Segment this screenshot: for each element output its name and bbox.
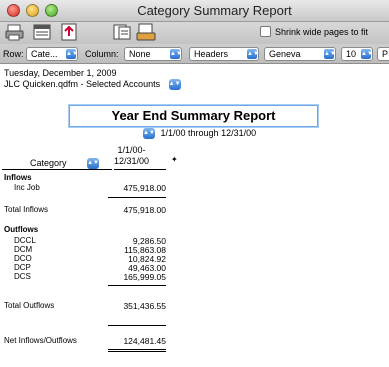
report-date: Tuesday, December 1, 2009 [4, 68, 117, 78]
net-double-rule [108, 349, 166, 352]
outflow-row-label: DCS [14, 272, 31, 281]
extra-select[interactable]: P [377, 47, 389, 61]
total-inflows-value: 475,918.00 [123, 205, 166, 215]
report-accounts: JLC Quicken.qdfm - Selected Accounts ▲▼ [4, 79, 181, 91]
outflows-rule [108, 285, 166, 286]
chevron-updown-icon: ▲▼ [170, 49, 182, 59]
print-icon[interactable] [5, 23, 25, 41]
customize-icon[interactable] [136, 23, 156, 41]
font-size-value: 10 [346, 49, 357, 59]
outflow-row-label: DCO [14, 254, 32, 263]
headers-select-value: Headers [194, 49, 229, 59]
memorize-icon[interactable] [112, 23, 132, 41]
date-range-select-icon[interactable]: ▲▼ [143, 128, 155, 140]
outflow-row-label: DCP [14, 263, 31, 272]
row-select[interactable]: Cate... ▲▼ [26, 47, 78, 61]
date-header-line2: 12/31/00 [114, 156, 150, 166]
sort-select-icon[interactable]: ▲▼ [87, 158, 100, 170]
report-body: Tuesday, December 1, 2009 JLC Quicken.qd… [0, 65, 389, 367]
net-label: Net Inflows/Outflows [4, 336, 77, 345]
shrink-to-fit-checkbox[interactable]: Shrink wide pages to fit [260, 26, 368, 37]
accounts-select-icon[interactable]: ▲▼ [168, 79, 181, 91]
inflow-row-label: Inc Job [14, 183, 40, 192]
headers-select[interactable]: Headers ▲▼ [189, 47, 259, 61]
column-resize-handle-icon[interactable]: ✦ [171, 155, 178, 164]
column-label: Column: [85, 49, 119, 59]
category-header-label: Category [30, 158, 67, 168]
chevron-updown-icon: ▲▼ [361, 49, 373, 59]
inflows-rule [108, 197, 166, 198]
extra-select-value: P [382, 49, 389, 59]
date-column-header: 1/1/00- 12/31/00 [114, 145, 149, 167]
chevron-updown-icon: ▲▼ [247, 49, 259, 59]
toolbar: Shrink wide pages to fit [0, 22, 389, 44]
inflows-header: Inflows [4, 173, 32, 182]
row-label: Row: [3, 49, 24, 59]
date-header-line1: 1/1/00- [117, 145, 146, 155]
font-select-value: Geneva [269, 49, 301, 59]
column-select-value: None [129, 49, 151, 59]
total-inflows-label: Total Inflows [4, 205, 49, 214]
date-range: ▲▼ 1/1/00 through 12/31/00 [143, 128, 257, 140]
font-size-select[interactable]: 10 ▲▼ [341, 47, 373, 61]
inflow-row-value: 475,918.00 [123, 183, 166, 193]
window-title: Category Summary Report [137, 3, 292, 18]
report-icon[interactable] [32, 23, 52, 41]
outflows-header: Outflows [4, 225, 39, 234]
title-bar: Category Summary Report [0, 0, 389, 22]
total-outflows-label: Total Outflows [4, 301, 55, 310]
report-title[interactable]: Year End Summary Report [69, 105, 318, 127]
shrink-label: Shrink wide pages to fit [275, 26, 369, 37]
report-options-bar: Row: Cate... ▲▼ Column: None ▲▼ Headers … [0, 44, 389, 64]
total-outflows-value: 351,436.55 [123, 301, 166, 311]
outflow-row-value: 165,999.05 [123, 272, 166, 282]
export-icon[interactable] [59, 23, 79, 41]
category-column-header: Category ▲▼ [30, 158, 100, 170]
net-value: 124,481.45 [123, 336, 166, 346]
column-select[interactable]: None ▲▼ [124, 47, 182, 61]
net-rule [108, 325, 166, 326]
outflow-row-label: DCCL [14, 236, 36, 245]
chevron-updown-icon: ▲▼ [324, 49, 336, 59]
checkbox-box[interactable] [260, 26, 271, 37]
accounts-label: JLC Quicken.qdfm - Selected Accounts [4, 79, 161, 89]
header-rule-value [114, 169, 166, 170]
row-select-value: Cate... [31, 49, 58, 59]
chevron-updown-icon: ▲▼ [66, 49, 78, 59]
outflow-row-label: DCM [14, 245, 33, 254]
font-select[interactable]: Geneva ▲▼ [264, 47, 336, 61]
header-rule [2, 169, 112, 170]
date-range-label: 1/1/00 through 12/31/00 [160, 128, 257, 138]
